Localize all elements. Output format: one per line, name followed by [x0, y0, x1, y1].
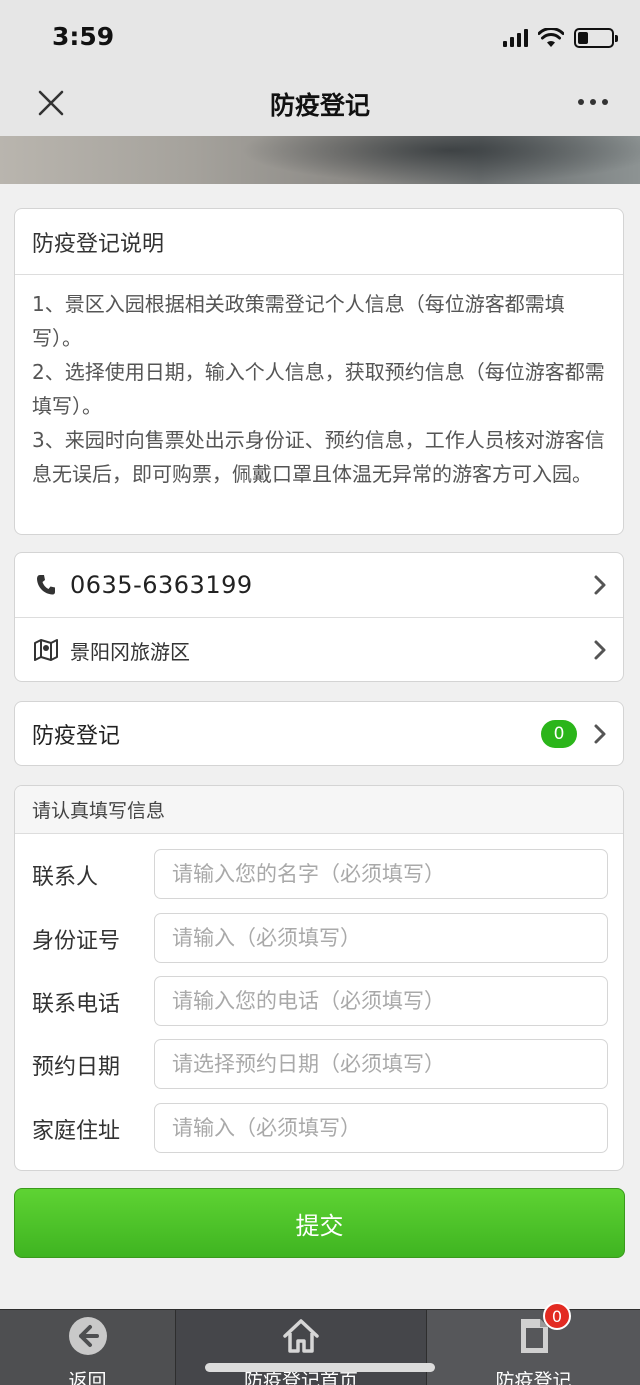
id-number-input[interactable] — [154, 913, 608, 963]
map-icon — [32, 636, 60, 664]
address-label: 家庭住址 — [32, 1119, 121, 1144]
tab-back-label: 返回 — [68, 1370, 107, 1385]
tab-back[interactable]: 返回 — [0, 1310, 176, 1385]
intro-line: 2、选择使用日期，输入个人信息，获取预约信息（每位游客都需填写）。 — [32, 360, 605, 418]
chevron-right-icon — [594, 640, 606, 660]
back-arrow-icon — [68, 1316, 108, 1356]
form-card: 请认真填写信息 联系人 身份证号 联系电话 预约日期 家庭住址 — [14, 785, 624, 1171]
wifi-icon — [538, 28, 564, 47]
location-name: 景阳冈旅游区 — [70, 639, 190, 664]
form-row-id: 身份证号 — [15, 913, 623, 963]
signal-icon — [503, 29, 528, 47]
form-row-phone: 联系电话 — [15, 976, 623, 1026]
form-header: 请认真填写信息 — [15, 786, 623, 834]
tab-home[interactable]: 防疫登记首页 — [176, 1310, 426, 1385]
form-row-contact: 联系人 — [15, 849, 623, 899]
intro-body: 1、景区入园根据相关政策需登记个人信息（每位游客都需填写）。 2、选择使用日期，… — [15, 275, 623, 491]
status-icons — [503, 26, 618, 50]
intro-title: 防疫登记说明 — [15, 209, 623, 275]
more-icon[interactable] — [576, 90, 610, 114]
register-label: 防疫登记 — [32, 723, 121, 749]
phone-label: 联系电话 — [32, 992, 121, 1017]
tab-register-label: 防疫登记 — [495, 1370, 572, 1385]
form-row-date: 预约日期 — [15, 1039, 623, 1089]
tab-register[interactable]: 防疫登记 0 — [426, 1302, 640, 1385]
page-title: 防疫登记 — [269, 91, 370, 120]
nav-bar: 防疫登记 — [0, 72, 640, 136]
intro-card: 防疫登记说明 1、景区入园根据相关政策需登记个人信息（每位游客都需填写）。 2、… — [14, 208, 624, 535]
contact-name-label: 联系人 — [32, 865, 99, 890]
phone-icon — [32, 571, 60, 599]
intro-line: 3、来园时向售票处出示身份证、预约信息，工作人员核对游客信息无误后，即可购票，佩… — [32, 428, 605, 486]
home-icon — [281, 1316, 321, 1356]
id-number-label: 身份证号 — [32, 929, 121, 954]
address-input[interactable] — [154, 1103, 608, 1153]
status-bar: 3:59 — [0, 0, 640, 72]
chevron-right-icon — [594, 724, 606, 743]
register-card[interactable]: 防疫登记 0 — [14, 701, 624, 766]
phone-row[interactable]: 0635-6363199 — [15, 553, 623, 617]
close-icon[interactable] — [34, 86, 68, 120]
notification-badge: 0 — [543, 1302, 571, 1330]
phone-number: 0635-6363199 — [70, 571, 253, 599]
submit-button[interactable]: 提交 — [14, 1188, 625, 1258]
date-input[interactable] — [154, 1039, 608, 1089]
chevron-right-icon — [594, 575, 606, 595]
bottom-tab-bar: 返回 防疫登记首页 防疫登记 0 — [0, 1302, 640, 1385]
contact-card: 0635-6363199 景阳冈旅游区 — [14, 552, 624, 682]
register-count-badge: 0 — [541, 720, 577, 748]
contact-name-input[interactable] — [154, 849, 608, 899]
home-indicator — [205, 1363, 435, 1372]
location-row[interactable]: 景阳冈旅游区 — [15, 617, 623, 681]
phone-input[interactable] — [154, 976, 608, 1026]
battery-icon — [574, 28, 618, 48]
status-time: 3:59 — [52, 22, 115, 51]
date-label: 预约日期 — [32, 1055, 121, 1080]
banner-image — [0, 136, 640, 184]
register-row[interactable]: 防疫登记 0 — [15, 702, 623, 765]
intro-line: 1、景区入园根据相关政策需登记个人信息（每位游客都需填写）。 — [32, 292, 565, 350]
form-row-address: 家庭住址 — [15, 1103, 623, 1153]
